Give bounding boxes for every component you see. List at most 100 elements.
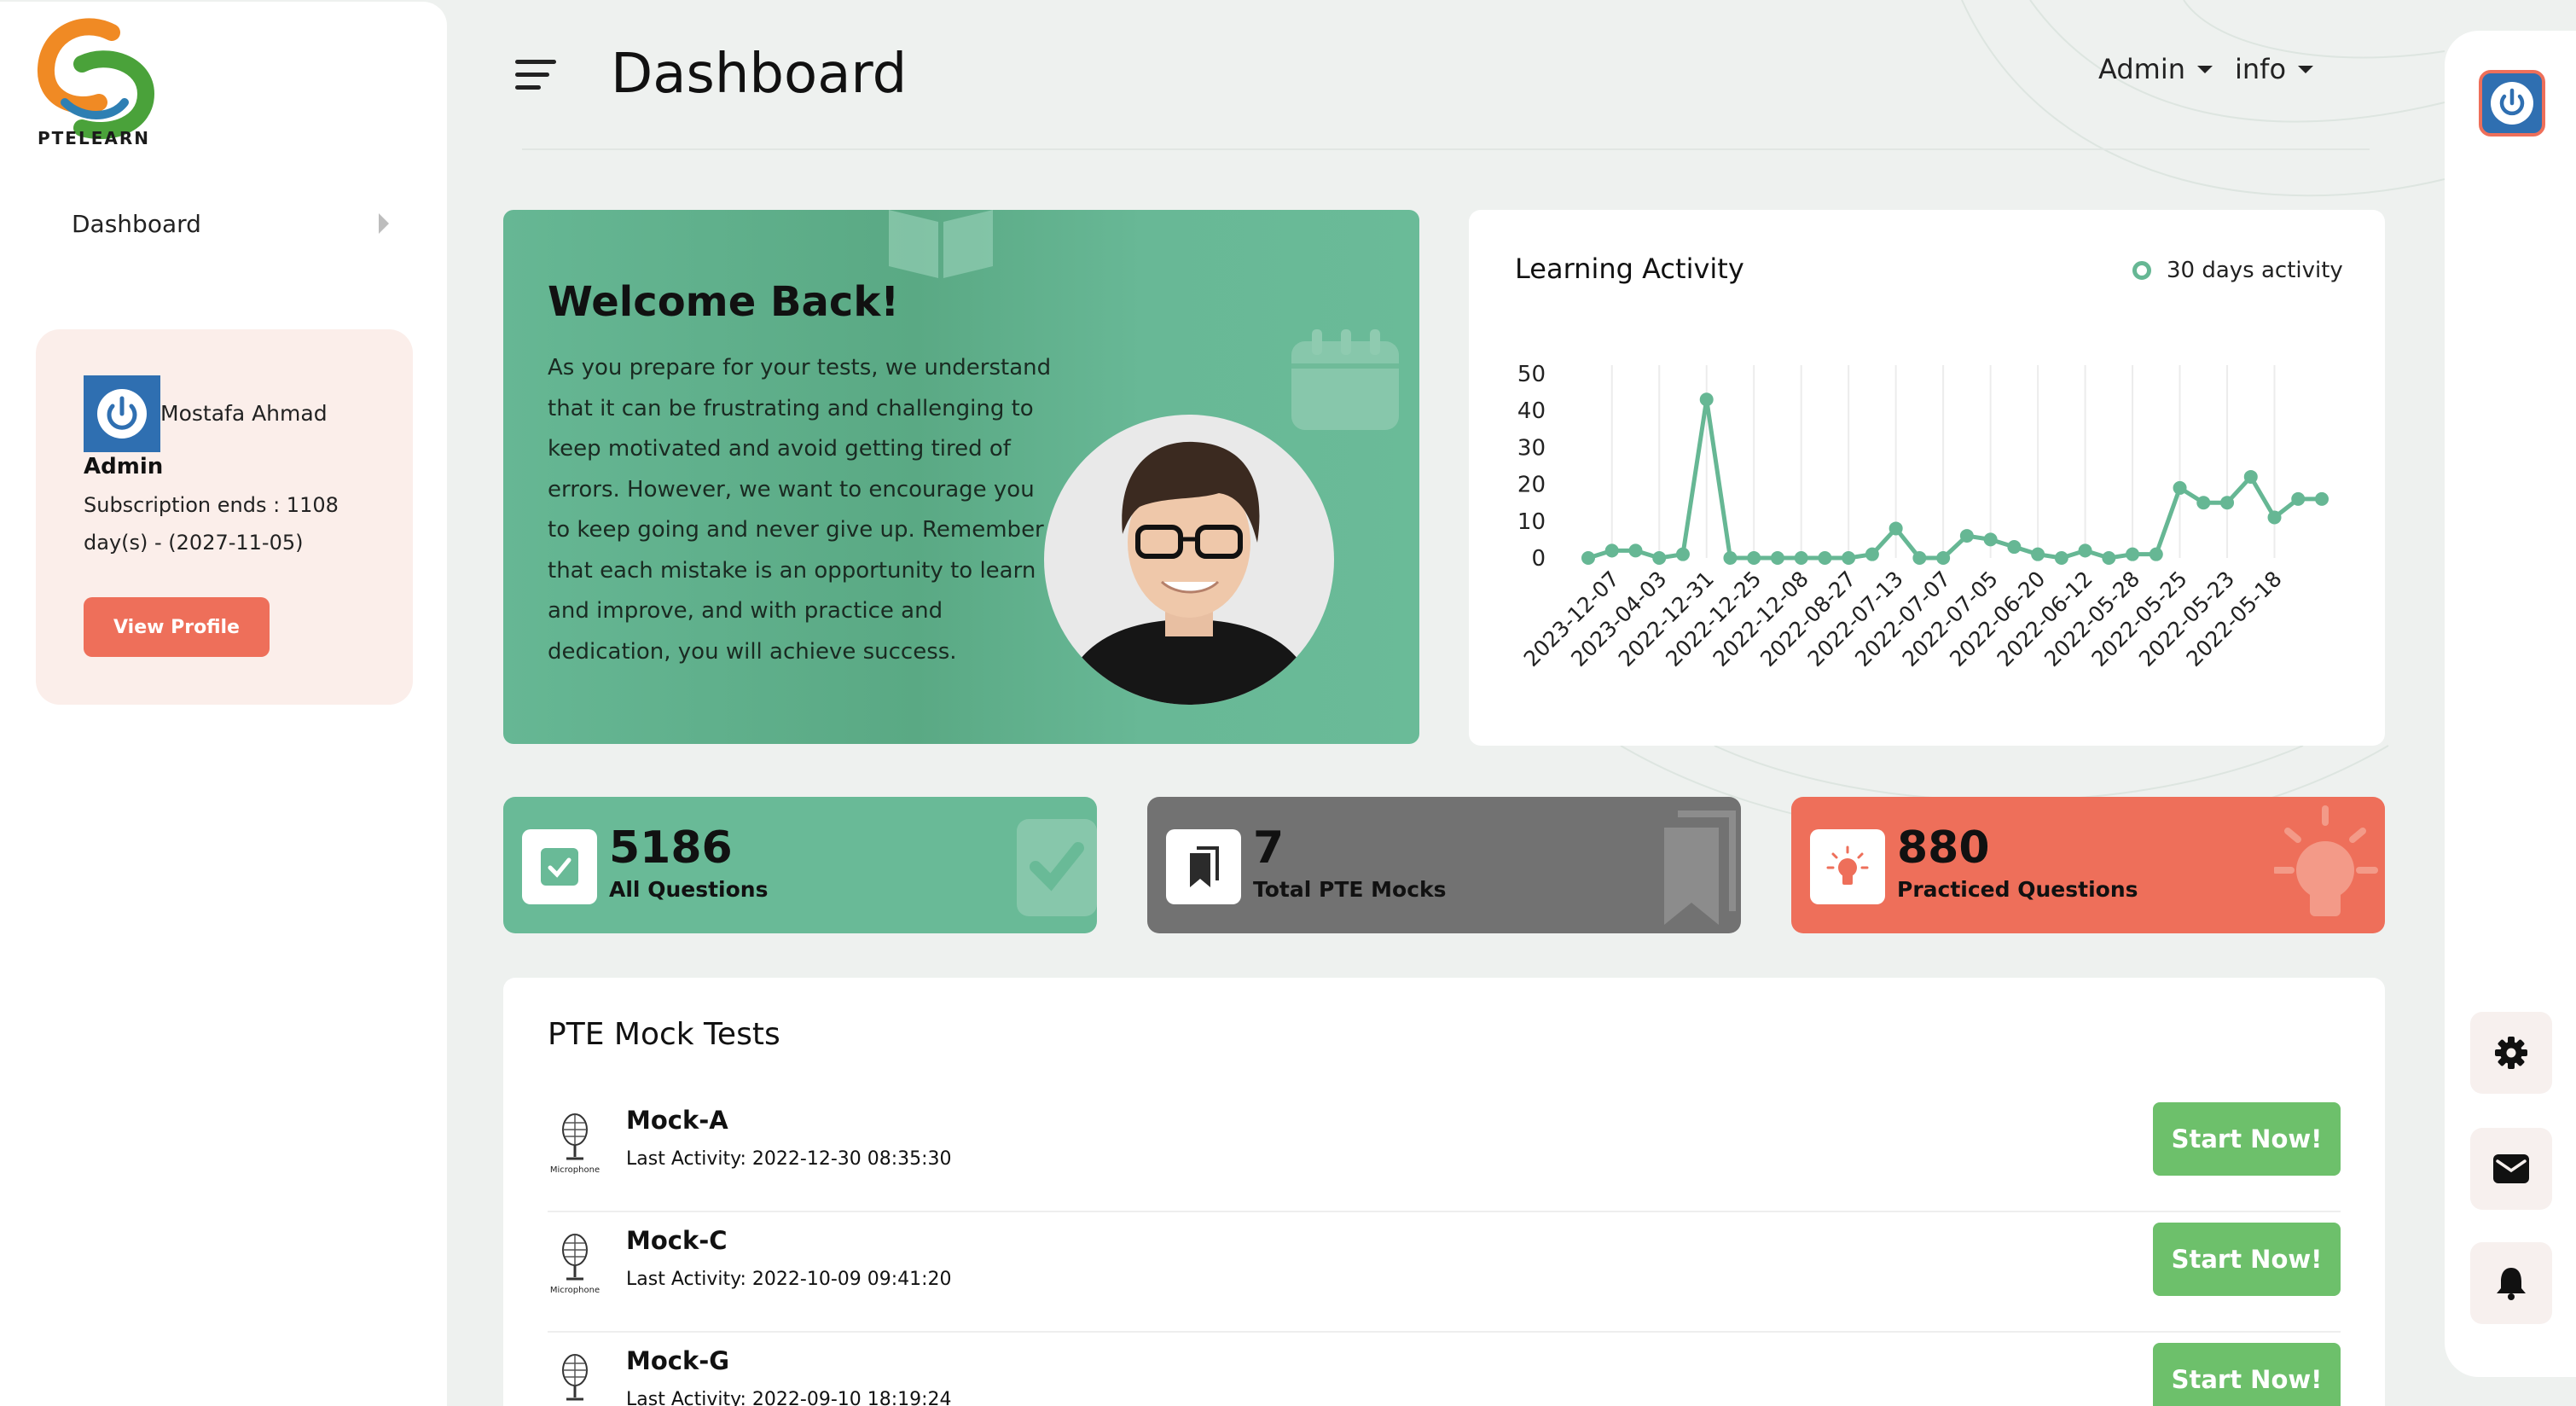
data-point[interactable] xyxy=(1581,551,1595,565)
thumbnail-caption: Microphone xyxy=(549,1286,600,1295)
stat-card-all-questions[interactable]: 5186 All Questions xyxy=(503,797,1097,933)
chart-title: Learning Activity xyxy=(1515,253,1744,285)
settings-button[interactable] xyxy=(2470,1012,2552,1094)
mock-test-row: Microphone Mock-C Last Activity: 2022-10… xyxy=(548,1212,2341,1333)
thumbnail-caption: Microphone xyxy=(549,1165,600,1175)
data-point[interactable] xyxy=(2220,496,2235,510)
data-point[interactable] xyxy=(1842,551,1856,565)
y-tick-label: 10 xyxy=(1517,509,1546,535)
data-point[interactable] xyxy=(1604,543,1619,558)
avatar xyxy=(84,375,160,452)
notifications-button[interactable] xyxy=(2470,1242,2552,1324)
learning-activity-card: 2023-12-07 2023-04-03 2022-12-31 2022-12-25… xyxy=(1469,210,2385,746)
stat-value: 7 xyxy=(1253,822,1285,874)
profile-role: Admin xyxy=(84,454,164,479)
power-button[interactable] xyxy=(2479,70,2545,137)
data-point[interactable] xyxy=(1888,521,1903,536)
data-point[interactable] xyxy=(1675,547,1690,561)
y-tick-label: 50 xyxy=(1517,362,1546,387)
data-point[interactable] xyxy=(2315,491,2329,506)
data-point[interactable] xyxy=(2126,547,2140,561)
admin-menu-label: Admin xyxy=(2098,53,2185,85)
bookmark-icon xyxy=(1664,810,1736,925)
data-point[interactable] xyxy=(2054,551,2068,565)
welcome-message: As you prepare for your tests, we unders… xyxy=(548,355,1052,665)
data-point[interactable] xyxy=(2173,480,2187,495)
check-icon xyxy=(541,848,578,886)
info-menu[interactable]: info xyxy=(2235,53,2314,85)
data-point[interactable] xyxy=(1652,551,1667,565)
data-point[interactable] xyxy=(2007,540,2022,555)
gear-icon xyxy=(2495,1037,2527,1069)
welcome-card: Welcome Back! As you prepare for your te… xyxy=(503,210,1419,744)
microphone-icon xyxy=(562,1354,588,1401)
start-now-button[interactable]: Start Now! xyxy=(2153,1343,2341,1406)
lightbulb-icon xyxy=(1826,845,1869,885)
header-divider xyxy=(522,148,2370,150)
stat-value: 5186 xyxy=(609,822,733,874)
data-point[interactable] xyxy=(2031,547,2045,561)
data-point[interactable] xyxy=(1770,551,1784,565)
stat-icon xyxy=(522,829,597,904)
mock-test-name: Mock-A xyxy=(626,1106,728,1135)
data-point[interactable] xyxy=(2078,543,2092,558)
mock-test-row: Microphone Mock-G Last Activity: 2022-09… xyxy=(548,1333,2341,1406)
mock-test-name: Mock-G xyxy=(626,1346,730,1375)
data-point[interactable] xyxy=(1936,551,1951,565)
microphone-thumbnail: Microphone xyxy=(548,1350,602,1406)
power-icon xyxy=(97,389,147,439)
stat-card-practiced-questions[interactable]: 880 Practiced Questions xyxy=(1791,797,2385,933)
data-point[interactable] xyxy=(1794,551,1808,565)
mock-test-last-activity: Last Activity: 2022-09-10 18:19:24 xyxy=(626,1389,952,1406)
power-icon xyxy=(2491,82,2533,125)
data-point[interactable] xyxy=(1983,532,1998,547)
admin-menu[interactable]: Admin xyxy=(2098,53,2213,85)
data-point[interactable] xyxy=(1628,543,1643,558)
subscription-info: Subscription ends : 1108 day(s) - (2027-… xyxy=(84,493,339,555)
data-point[interactable] xyxy=(1912,551,1927,565)
stat-label: All Questions xyxy=(609,877,769,902)
data-point[interactable] xyxy=(2267,510,2282,525)
microphone-icon xyxy=(562,1234,588,1281)
chevron-right-icon xyxy=(379,213,389,234)
mock-test-last-activity: Last Activity: 2022-12-30 08:35:30 xyxy=(626,1148,952,1170)
mock-test-last-activity: Last Activity: 2022-10-09 09:41:20 xyxy=(626,1269,952,1290)
calendar-icon xyxy=(1291,329,1399,430)
data-point[interactable] xyxy=(1699,392,1714,407)
welcome-photo xyxy=(1044,415,1334,705)
chart-legend[interactable]: 30 days activity xyxy=(2132,258,2343,283)
envelope-icon xyxy=(2493,1154,2529,1183)
data-point[interactable] xyxy=(1818,551,1832,565)
data-point[interactable] xyxy=(2149,547,2163,561)
data-point[interactable] xyxy=(1747,551,1761,565)
bookmark-icon xyxy=(1190,846,1219,887)
data-point[interactable] xyxy=(1865,547,1879,561)
microphone-thumbnail: Microphone xyxy=(548,1109,602,1177)
data-point[interactable] xyxy=(1959,529,1974,543)
data-point[interactable] xyxy=(2291,491,2306,506)
book-icon xyxy=(889,210,993,278)
start-now-button[interactable]: Start Now! xyxy=(2153,1223,2341,1296)
mock-tests-title: PTE Mock Tests xyxy=(548,1017,780,1052)
data-point[interactable] xyxy=(1723,551,1738,565)
messages-button[interactable] xyxy=(2470,1128,2552,1210)
lightbulb-icon xyxy=(2274,805,2378,916)
menu-toggle-icon[interactable] xyxy=(515,60,556,97)
view-profile-button[interactable]: View Profile xyxy=(84,597,270,657)
legend-label: 30 days activity xyxy=(2167,258,2343,283)
series-line xyxy=(1587,397,2322,561)
welcome-title: Welcome Back! xyxy=(548,278,900,326)
sidebar: PTELEARN Dashboard Mostafa Ahmad Admin S… xyxy=(0,2,447,1406)
data-point[interactable] xyxy=(2243,469,2258,484)
data-point[interactable] xyxy=(2102,551,2116,565)
sidebar-item-dashboard[interactable]: Dashboard xyxy=(72,206,389,241)
y-tick-label: 40 xyxy=(1517,398,1546,424)
stat-card-total-mocks[interactable]: 7 Total PTE Mocks xyxy=(1147,797,1741,933)
start-now-button[interactable]: Start Now! xyxy=(2153,1102,2341,1176)
stat-label: Total PTE Mocks xyxy=(1253,877,1447,902)
stat-icon xyxy=(1810,829,1885,904)
data-point[interactable] xyxy=(2196,496,2211,510)
microphone-icon xyxy=(562,1113,588,1160)
profile-name: Mostafa Ahmad xyxy=(160,401,328,426)
caret-down-icon xyxy=(2196,65,2213,73)
